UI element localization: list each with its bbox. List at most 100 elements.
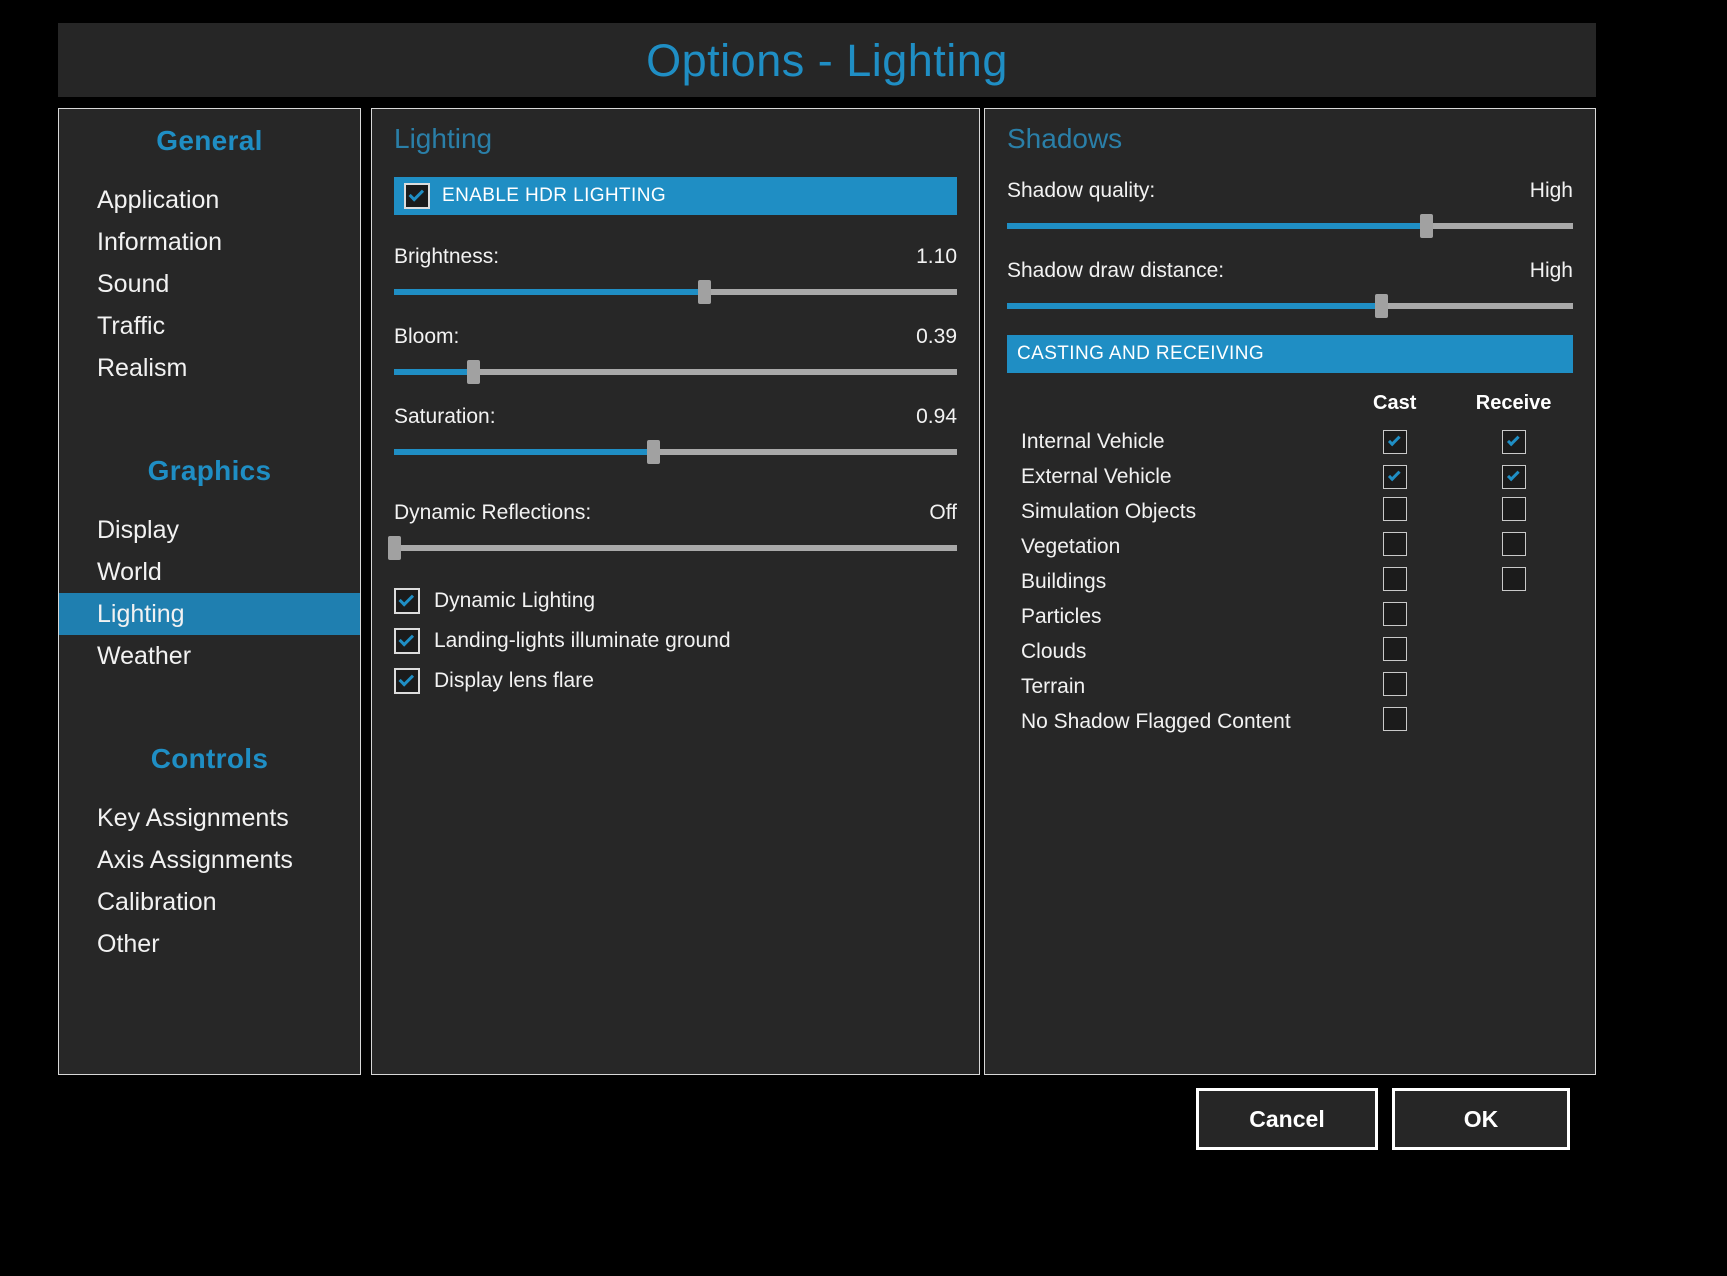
dynamic-reflections-value: Off [929,501,957,525]
cast-cell-no-shadow-flagged-content[interactable] [1335,704,1454,739]
receive-checkbox-internal-vehicle[interactable] [1502,430,1526,454]
lighting-slider-track-2[interactable] [394,443,957,461]
row-label-particles: Particles [1007,599,1335,634]
sidebar-item-sound[interactable]: Sound [59,263,360,305]
table-row: External Vehicle [1007,459,1573,494]
slider-fill [394,369,473,375]
cast-cell-terrain[interactable] [1335,669,1454,704]
enable-hdr-lighting-row[interactable]: ENABLE HDR LIGHTING [394,177,957,215]
slider-knob[interactable] [1420,214,1433,238]
cast-checkbox-internal-vehicle[interactable] [1383,430,1407,454]
cast-cell-clouds[interactable] [1335,634,1454,669]
receive-checkbox-buildings[interactable] [1502,567,1526,591]
sidebar-item-display[interactable]: Display [59,509,360,551]
slider-fill [1007,223,1426,229]
shadow-slider-label-0: Shadow quality: [1007,179,1155,203]
casting-receiving-table: Cast Receive Internal VehicleExternal Ve… [1007,389,1573,739]
sidebar-item-weather[interactable]: Weather [59,635,360,677]
lighting-slider-0[interactable]: Brightness:1.10 [394,245,957,301]
option-checkbox-landing-lights-illuminate-ground[interactable] [394,628,420,654]
slider-knob[interactable] [388,536,401,560]
cast-checkbox-simulation-objects[interactable] [1383,497,1407,521]
receive-cell-no-shadow-flagged-content [1454,704,1573,739]
sidebar-item-realism[interactable]: Realism [59,347,360,389]
lighting-panel: Lighting ENABLE HDR LIGHTING Brightness:… [371,108,980,1075]
receive-checkbox-vegetation[interactable] [1502,532,1526,556]
cast-cell-external-vehicle[interactable] [1335,459,1454,494]
lighting-slider-2[interactable]: Saturation:0.94 [394,405,957,461]
cast-checkbox-external-vehicle[interactable] [1383,465,1407,489]
receive-cell-simulation-objects[interactable] [1454,494,1573,529]
sidebar-item-traffic[interactable]: Traffic [59,305,360,347]
receive-cell-external-vehicle[interactable] [1454,459,1573,494]
cast-checkbox-vegetation[interactable] [1383,532,1407,556]
lighting-slider-label-1: Bloom: [394,325,459,349]
slider-knob[interactable] [467,360,480,384]
cast-checkbox-buildings[interactable] [1383,567,1407,591]
options-dialog: Options - Lighting GeneralApplicationInf… [0,0,1727,1276]
cast-cell-vegetation[interactable] [1335,529,1454,564]
option-checkbox-dynamic-lighting[interactable] [394,588,420,614]
row-label-no-shadow-flagged-content: No Shadow Flagged Content [1007,704,1335,739]
row-label-simulation-objects: Simulation Objects [1007,494,1335,529]
option-label-display-lens-flare: Display lens flare [434,669,594,693]
sidebar-item-world[interactable]: World [59,551,360,593]
receive-cell-clouds [1454,634,1573,669]
cancel-button[interactable]: Cancel [1196,1088,1378,1150]
table-row: Clouds [1007,634,1573,669]
sidebar-item-lighting[interactable]: Lighting [59,593,360,635]
table-row: Simulation Objects [1007,494,1573,529]
lighting-slider-label-0: Brightness: [394,245,499,269]
dynamic-reflections-track[interactable] [394,539,957,557]
slider-knob[interactable] [647,440,660,464]
sidebar-item-key-assignments[interactable]: Key Assignments [59,797,360,839]
sidebar-item-axis-assignments[interactable]: Axis Assignments [59,839,360,881]
receive-cell-terrain [1454,669,1573,704]
shadow-slider-1[interactable]: Shadow draw distance:High [1007,259,1573,315]
cast-checkbox-terrain[interactable] [1383,672,1407,696]
option-row-landing-lights-illuminate-ground[interactable]: Landing-lights illuminate ground [394,621,957,661]
enable-hdr-lighting-checkbox[interactable] [404,183,430,209]
cast-cell-simulation-objects[interactable] [1335,494,1454,529]
receive-cell-vegetation[interactable] [1454,529,1573,564]
receive-checkbox-simulation-objects[interactable] [1502,497,1526,521]
shadow-slider-track-1[interactable] [1007,297,1573,315]
option-row-dynamic-lighting[interactable]: Dynamic Lighting [394,581,957,621]
cast-cell-internal-vehicle[interactable] [1335,424,1454,459]
cast-checkbox-particles[interactable] [1383,602,1407,626]
option-label-landing-lights-illuminate-ground: Landing-lights illuminate ground [434,629,731,653]
sidebar-item-information[interactable]: Information [59,221,360,263]
shadow-slider-track-0[interactable] [1007,217,1573,235]
sidebar-item-other[interactable]: Other [59,923,360,965]
lighting-slider-track-0[interactable] [394,283,957,301]
sidebar-item-calibration[interactable]: Calibration [59,881,360,923]
cast-checkbox-clouds[interactable] [1383,637,1407,661]
option-checkbox-display-lens-flare[interactable] [394,668,420,694]
lighting-slider-1[interactable]: Bloom: 0.39 [394,325,957,381]
row-label-terrain: Terrain [1007,669,1335,704]
sidebar-group-title-controls: Controls [59,743,360,775]
cast-cell-particles[interactable] [1335,599,1454,634]
slider-knob[interactable] [1375,294,1388,318]
cast-checkbox-no-shadow-flagged-content[interactable] [1383,707,1407,731]
dynamic-reflections-label: Dynamic Reflections: [394,501,591,525]
receive-cell-internal-vehicle[interactable] [1454,424,1573,459]
lighting-slider-track-1[interactable] [394,363,957,381]
slider-fill [394,289,704,295]
dynamic-reflections-slider[interactable]: Dynamic Reflections: Off [394,501,957,557]
receive-checkbox-external-vehicle[interactable] [1502,465,1526,489]
row-label-clouds: Clouds [1007,634,1335,669]
ok-button[interactable]: OK [1392,1088,1570,1150]
page-title: Options - Lighting [646,38,1008,83]
cast-cell-buildings[interactable] [1335,564,1454,599]
lighting-slider-label-2: Saturation: [394,405,496,429]
shadow-slider-0[interactable]: Shadow quality:High [1007,179,1573,235]
lighting-slider-value-1: 0.39 [916,325,957,349]
slider-knob[interactable] [698,280,711,304]
sidebar-item-application[interactable]: Application [59,179,360,221]
shadow-slider-label-1: Shadow draw distance: [1007,259,1224,283]
receive-cell-buildings[interactable] [1454,564,1573,599]
table-row: Terrain [1007,669,1573,704]
option-row-display-lens-flare[interactable]: Display lens flare [394,661,957,701]
panels-row: GeneralApplicationInformationSoundTraffi… [58,108,1596,1075]
